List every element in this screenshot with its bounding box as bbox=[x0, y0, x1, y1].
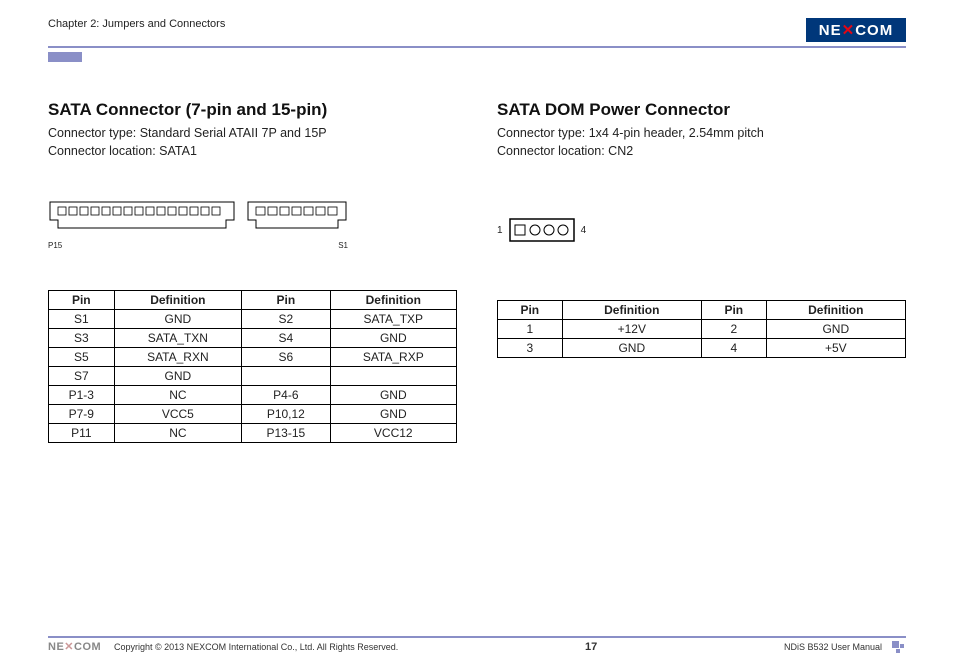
table-header: Pin bbox=[49, 291, 115, 310]
table-cell: S7 bbox=[49, 367, 115, 386]
table-row: 1+12V2GND bbox=[498, 320, 906, 339]
table-cell: S4 bbox=[242, 329, 330, 348]
table-cell: +12V bbox=[562, 320, 701, 339]
sata-conn-type: Connector type: Standard Serial ATAII 7P… bbox=[48, 124, 457, 142]
nexcom-footer-logo: NE✕COM bbox=[48, 640, 104, 654]
table-cell: P1-3 bbox=[49, 386, 115, 405]
table-cell: GND bbox=[330, 405, 456, 424]
table-header: Definition bbox=[330, 291, 456, 310]
table-cell bbox=[330, 367, 456, 386]
dom-connector-diagram: 1 4 bbox=[497, 200, 906, 260]
table-cell: SATA_RXN bbox=[114, 348, 242, 367]
table-header: Definition bbox=[562, 301, 701, 320]
table-cell: GND bbox=[562, 339, 701, 358]
table-cell: GND bbox=[766, 320, 905, 339]
table-cell: SATA_RXP bbox=[330, 348, 456, 367]
table-cell: 4 bbox=[701, 339, 766, 358]
table-cell: 2 bbox=[701, 320, 766, 339]
dom-diag-label-1: 1 bbox=[497, 225, 503, 236]
tab-marker bbox=[48, 52, 82, 62]
manual-name: NDiS B532 User Manual bbox=[784, 642, 882, 652]
table-cell: GND bbox=[114, 310, 242, 329]
table-row: S5SATA_RXNS6SATA_RXP bbox=[49, 348, 457, 367]
table-row: P11NCP13-15VCC12 bbox=[49, 424, 457, 443]
table-cell: P7-9 bbox=[49, 405, 115, 424]
table-row: P1-3NCP4-6GND bbox=[49, 386, 457, 405]
table-cell: 1 bbox=[498, 320, 563, 339]
nexcom-logo: NE✕COM bbox=[806, 18, 906, 42]
table-cell: P4-6 bbox=[242, 386, 330, 405]
table-row: S3SATA_TXNS4GND bbox=[49, 329, 457, 348]
sata-diag-label-s1: S1 bbox=[338, 241, 348, 250]
table-cell: S5 bbox=[49, 348, 115, 367]
table-cell: SATA_TXP bbox=[330, 310, 456, 329]
sata-conn-loc: Connector location: SATA1 bbox=[48, 142, 457, 160]
table-cell: P10,12 bbox=[242, 405, 330, 424]
table-header: Pin bbox=[498, 301, 563, 320]
sata-connector-title: SATA Connector (7-pin and 15-pin) bbox=[48, 100, 457, 120]
sata-diag-label-p15: P15 bbox=[48, 241, 62, 250]
table-header: Definition bbox=[766, 301, 905, 320]
dom-diag-label-4: 4 bbox=[581, 225, 587, 236]
table-cell: P13-15 bbox=[242, 424, 330, 443]
table-cell: VCC12 bbox=[330, 424, 456, 443]
dom-pin-table: PinDefinitionPinDefinition 1+12V2GND3GND… bbox=[497, 300, 906, 358]
copyright-text: Copyright © 2013 NEXCOM International Co… bbox=[114, 642, 398, 652]
table-cell: S3 bbox=[49, 329, 115, 348]
table-cell: NC bbox=[114, 424, 242, 443]
dom-conn-type: Connector type: 1x4 4-pin header, 2.54mm… bbox=[497, 124, 906, 142]
footer-divider bbox=[48, 636, 906, 638]
table-cell: S2 bbox=[242, 310, 330, 329]
table-header: Pin bbox=[701, 301, 766, 320]
table-cell: S1 bbox=[49, 310, 115, 329]
dom-conn-loc: Connector location: CN2 bbox=[497, 142, 906, 160]
chapter-label: Chapter 2: Jumpers and Connectors bbox=[48, 18, 225, 30]
table-cell: VCC5 bbox=[114, 405, 242, 424]
table-cell: GND bbox=[114, 367, 242, 386]
table-cell: 3 bbox=[498, 339, 563, 358]
header-divider bbox=[48, 46, 906, 48]
table-cell: NC bbox=[114, 386, 242, 405]
table-header: Definition bbox=[114, 291, 242, 310]
table-cell bbox=[242, 367, 330, 386]
table-row: S1GNDS2SATA_TXP bbox=[49, 310, 457, 329]
table-cell: SATA_TXN bbox=[114, 329, 242, 348]
sata-pin-table: PinDefinitionPinDefinition S1GNDS2SATA_T… bbox=[48, 290, 457, 443]
table-header: Pin bbox=[242, 291, 330, 310]
table-row: S7GND bbox=[49, 367, 457, 386]
table-cell: S6 bbox=[242, 348, 330, 367]
table-row: 3GND4+5V bbox=[498, 339, 906, 358]
svg-text:NE✕COM: NE✕COM bbox=[48, 641, 101, 652]
svg-text:NE✕COM: NE✕COM bbox=[819, 22, 893, 39]
page-number: 17 bbox=[585, 641, 597, 653]
table-cell: GND bbox=[330, 386, 456, 405]
table-cell: P11 bbox=[49, 424, 115, 443]
table-cell: +5V bbox=[766, 339, 905, 358]
sata-connector-diagram: P15 S1 bbox=[48, 200, 457, 260]
table-row: P7-9VCC5P10,12GND bbox=[49, 405, 457, 424]
dom-connector-title: SATA DOM Power Connector bbox=[497, 100, 906, 120]
table-cell: GND bbox=[330, 329, 456, 348]
footer-mark-icon bbox=[892, 641, 906, 653]
